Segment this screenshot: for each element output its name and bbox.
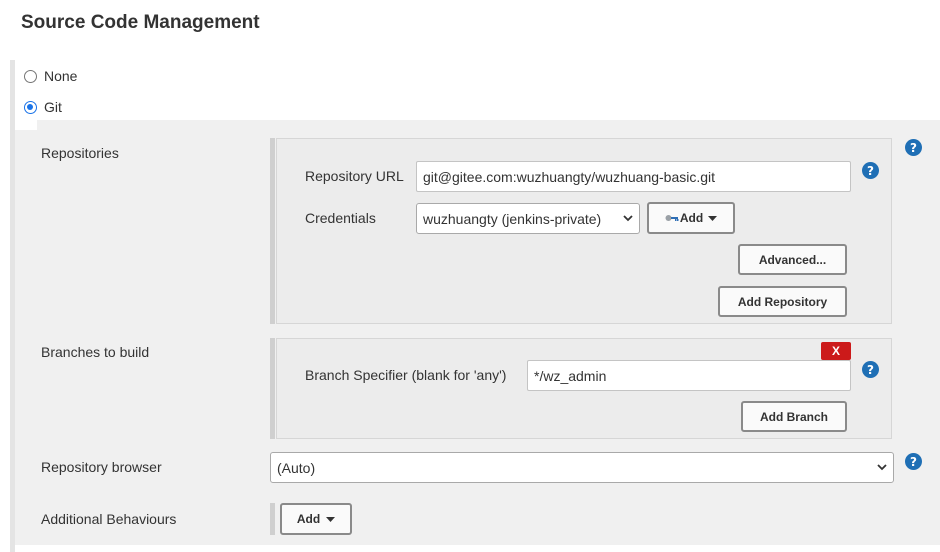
repository-browser-select[interactable]: (Auto) (270, 452, 894, 483)
scm-option-git[interactable]: Git (24, 99, 62, 115)
add-branch-button[interactable]: Add Branch (741, 401, 847, 432)
repository-url-label: Repository URL (305, 168, 404, 184)
chevron-down-icon (623, 215, 633, 222)
additional-behaviours-add-button[interactable]: Add (280, 503, 352, 535)
behaviours-add-label: Add (296, 512, 321, 526)
radio-git-label[interactable]: Git (44, 99, 62, 115)
caret-down-icon (326, 516, 336, 522)
section-title: Source Code Management (21, 12, 260, 33)
repository-browser-value: (Auto) (277, 459, 316, 476)
branches-label: Branches to build (41, 344, 150, 360)
repository-browser-label: Repository browser (41, 459, 162, 475)
chevron-down-icon (877, 464, 887, 471)
additional-behaviours-label: Additional Behaviours (41, 511, 177, 527)
key-icon (665, 215, 679, 221)
branch-specifier-label: Branch Specifier (blank for 'any') (305, 367, 507, 383)
add-repository-button[interactable]: Add Repository (718, 286, 847, 317)
repository-url-help-icon[interactable]: ? (862, 162, 879, 179)
radio-none-label[interactable]: None (44, 68, 77, 84)
credentials-add-button[interactable]: Add (647, 202, 735, 234)
advanced-button[interactable]: Advanced... (738, 244, 847, 275)
branch-specifier-help-icon[interactable]: ? (862, 361, 879, 378)
credentials-select[interactable]: wuzhuangty (jenkins-private) (416, 203, 640, 234)
repositories-label: Repositories (41, 145, 119, 161)
branches-bar (270, 338, 275, 439)
credentials-add-label: Add (679, 211, 704, 225)
repositories-bar (270, 138, 275, 324)
credentials-label: Credentials (305, 210, 376, 226)
radio-none[interactable] (24, 69, 37, 83)
behaviours-bar (270, 503, 275, 535)
branch-specifier-input[interactable]: */wz_admin (527, 360, 851, 391)
repositories-help-icon[interactable]: ? (905, 139, 922, 156)
radio-git[interactable] (24, 100, 37, 114)
scm-option-none[interactable]: None (24, 68, 77, 84)
delete-branch-button[interactable]: X (821, 342, 851, 360)
git-panel-notch (15, 120, 37, 130)
repository-url-input[interactable]: git@gitee.com:wuzhuangty/wuzhuang-basic.… (416, 161, 851, 192)
repository-browser-help-icon[interactable]: ? (905, 453, 922, 470)
caret-down-icon (708, 215, 718, 221)
credentials-select-value: wuzhuangty (jenkins-private) (423, 210, 602, 227)
